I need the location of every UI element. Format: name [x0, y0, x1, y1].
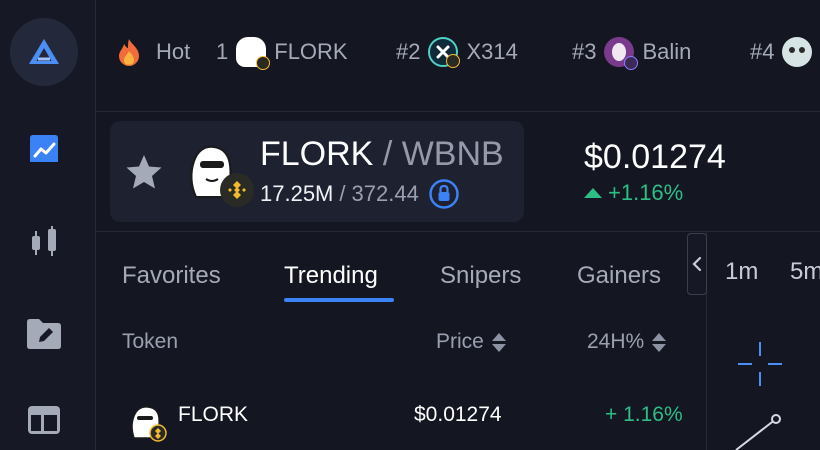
row-change: + 1.16%: [605, 403, 683, 426]
frog-token-icon: [236, 37, 271, 70]
arrow-up-icon: [584, 188, 602, 198]
sidebar: [0, 0, 96, 450]
sidebar-item-trade[interactable]: [24, 222, 64, 262]
favorite-star-icon[interactable]: [124, 152, 164, 192]
column-header-change[interactable]: 24H%: [587, 330, 667, 354]
liquidity-value: 372.44: [351, 181, 419, 206]
sidebar-item-layout[interactable]: [24, 400, 64, 440]
ticker-hot-label: Hot: [156, 39, 191, 64]
chain-icon: [624, 56, 639, 70]
bnb-chain-icon: [256, 56, 271, 70]
sort-icon: [491, 332, 506, 352]
flork-token-icon: [131, 406, 167, 442]
active-tab-indicator: [284, 298, 394, 302]
price-change-value: +1.16%: [608, 180, 684, 205]
price-chart-line: [735, 414, 781, 450]
price-change: +1.16%: [584, 180, 683, 206]
column-header-label: 24H%: [587, 330, 645, 353]
x314-token-icon: [428, 37, 461, 68]
tab-gainers[interactable]: Gainers: [577, 262, 661, 290]
stats-separator: /: [339, 181, 346, 206]
pair-quote-symbol: WBNB: [401, 135, 504, 173]
column-header-label: Token: [122, 330, 179, 353]
fire-icon: [119, 39, 139, 66]
tab-favorites[interactable]: Favorites: [122, 262, 221, 290]
balin-token-icon: [604, 37, 639, 70]
pair-header-card: FLORK / WBNB 17.25M / 372.44: [110, 121, 524, 222]
layout-icon: [28, 406, 60, 434]
ticker-rank: 1: [216, 39, 229, 64]
app-logo-icon: [29, 39, 59, 64]
row-price: $0.01274: [414, 403, 502, 426]
pair-base-symbol: FLORK: [260, 135, 374, 173]
bnb-chain-badge: [220, 173, 254, 207]
chart-trend-icon: [30, 135, 58, 162]
bnb-chain-icon: [446, 54, 461, 68]
crosshair-icon[interactable]: [736, 340, 784, 388]
chevron-left-icon: [692, 256, 702, 272]
sort-icon: [652, 332, 667, 352]
ticker-rank: #4: [750, 39, 775, 64]
current-price: $0.01274: [584, 138, 726, 176]
divider: [96, 231, 820, 232]
ticker-item-2[interactable]: #2 X314: [396, 36, 518, 68]
bnb-icon: [228, 181, 246, 199]
ticker-rank: #3: [572, 39, 597, 64]
ticker-symbol: Balin: [642, 39, 692, 64]
pair-title: FLORK / WBNB: [260, 135, 504, 174]
column-header-token[interactable]: Token: [122, 330, 178, 354]
sidebar-item-portfolio[interactable]: [24, 314, 64, 354]
ticker-item-1[interactable]: 1 FLORK: [216, 36, 348, 70]
ticker-hot[interactable]: Hot: [114, 36, 190, 68]
folder-edit-icon: [27, 319, 61, 349]
tab-trending[interactable]: Trending: [284, 262, 378, 290]
row-token-symbol[interactable]: FLORK: [178, 403, 248, 427]
tab-snipers[interactable]: Snipers: [440, 262, 521, 290]
ticker-item-4[interactable]: #4: [750, 36, 820, 68]
market-cap-value: 17.25M: [260, 181, 334, 206]
pair-separator: /: [382, 135, 393, 173]
ticker-rank: #2: [396, 39, 421, 64]
token-avatar-icon: [782, 37, 813, 67]
app-logo[interactable]: [10, 18, 78, 86]
sidebar-item-trending[interactable]: [24, 130, 64, 170]
collapse-panel-button[interactable]: [687, 233, 707, 295]
lock-icon[interactable]: [429, 179, 459, 209]
timeframe-1m[interactable]: 1m: [725, 258, 758, 286]
pair-stats: 17.25M / 372.44: [260, 179, 459, 209]
candlestick-icon: [32, 226, 56, 256]
timeframe-5m[interactable]: 5m: [790, 258, 820, 286]
column-header-price[interactable]: Price: [436, 330, 506, 354]
ticker-symbol: FLORK: [274, 39, 348, 64]
ticker-item-3[interactable]: #3 Balin: [572, 36, 692, 70]
column-header-label: Price: [436, 330, 484, 353]
ticker-symbol: X314: [466, 39, 518, 64]
trending-ticker: Hot 1 FLORK #2 X314 #3 Balin #4: [96, 0, 820, 112]
